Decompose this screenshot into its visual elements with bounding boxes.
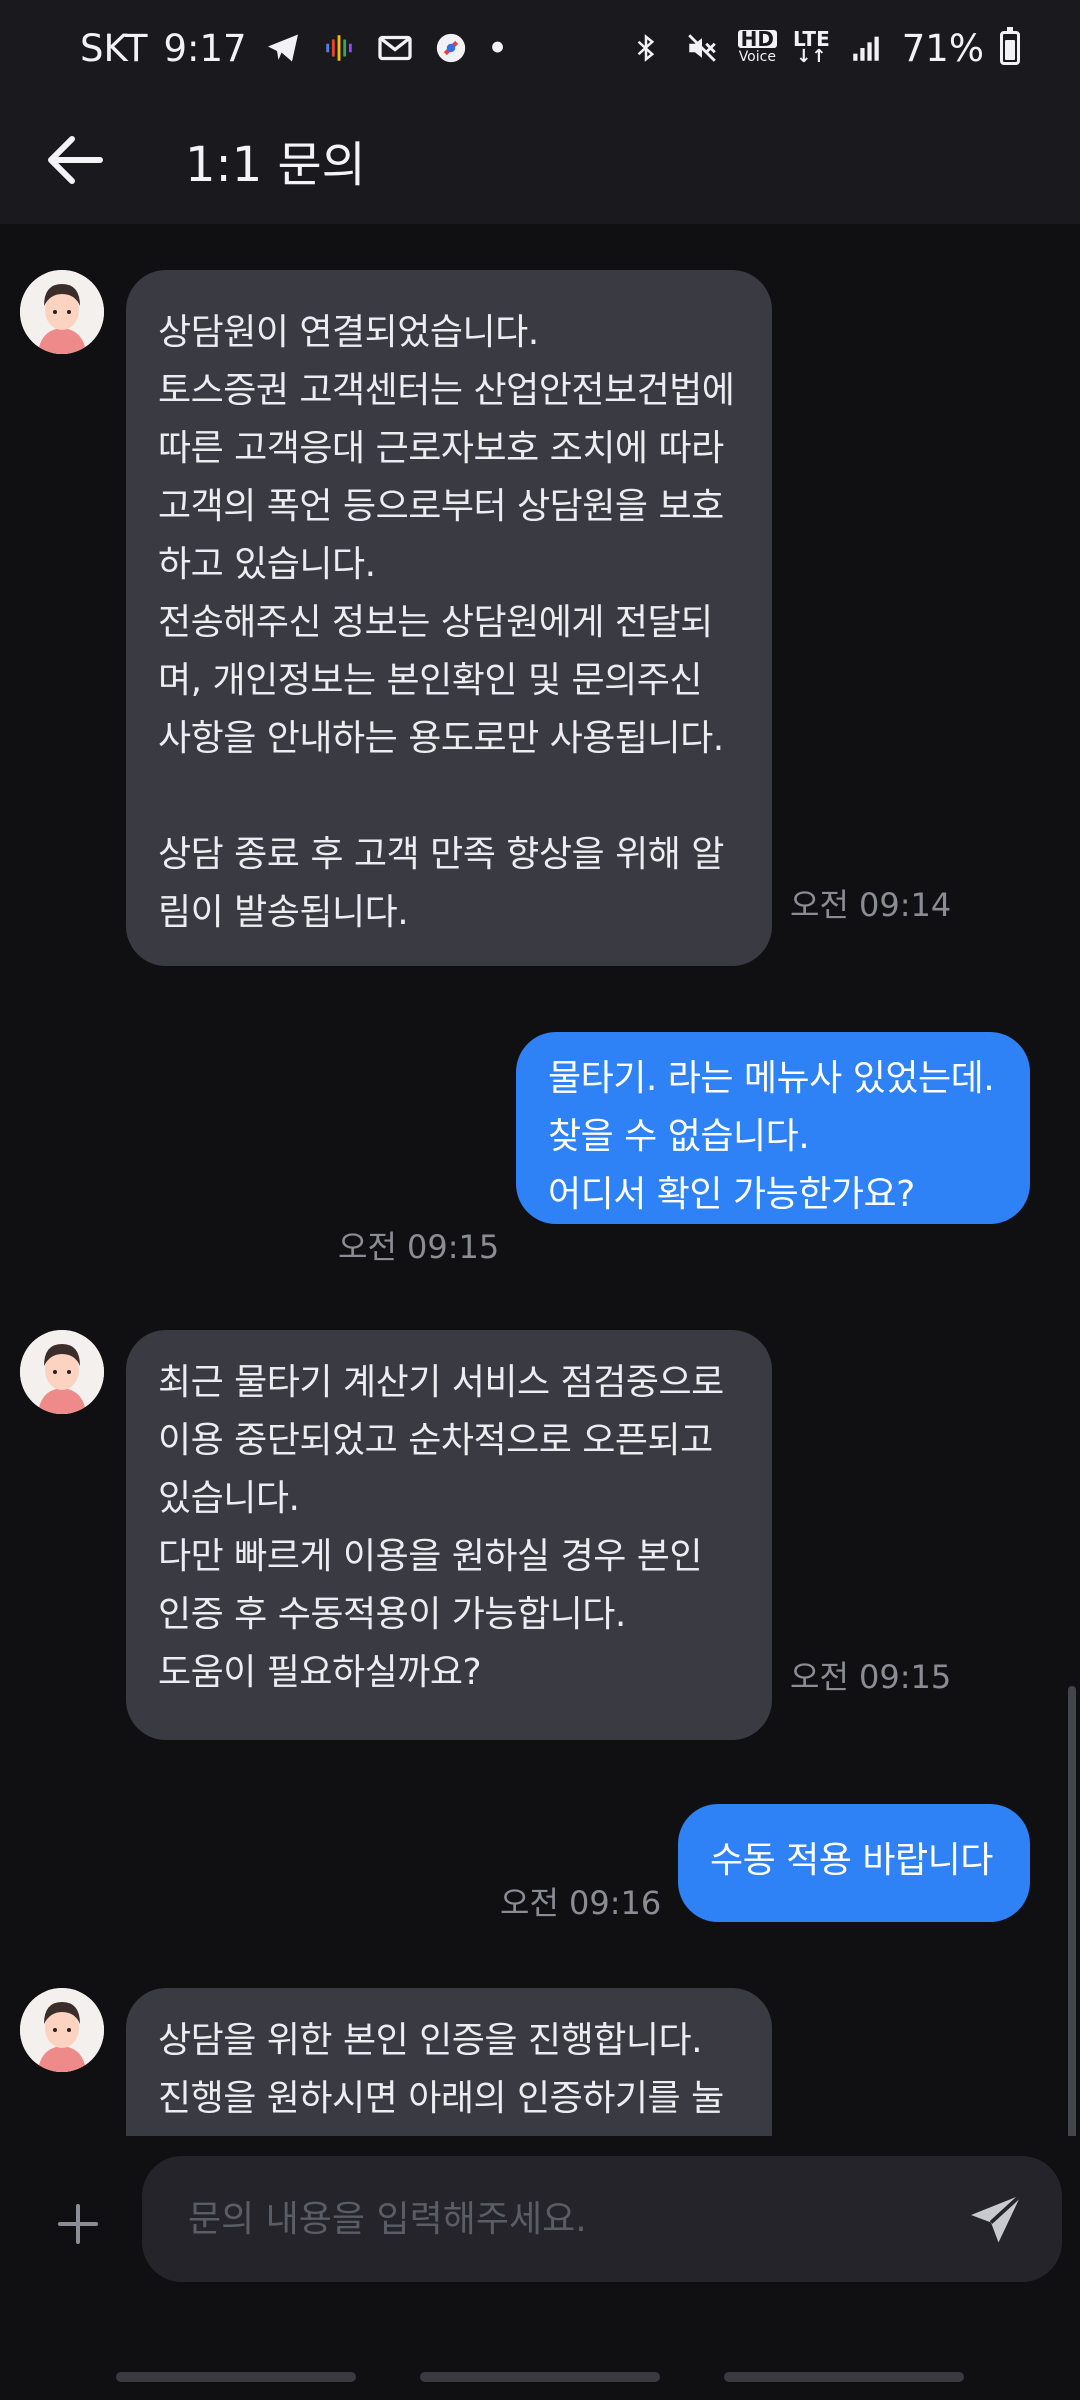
status-bar: SKT 9:17 • HD Voice LTE ↓↑ 71% <box>0 0 1080 96</box>
agent-avatar-icon <box>20 1330 104 1414</box>
status-left: SKT 9:17 • <box>80 27 508 70</box>
message-input-container <box>142 2156 1062 2282</box>
mute-icon <box>682 28 722 68</box>
telegram-icon <box>263 28 303 68</box>
chat-screen: SKT 9:17 • HD Voice LTE ↓↑ 71% 1:1 문의 상담… <box>0 0 1080 2400</box>
plus-icon <box>58 2204 98 2244</box>
nav-home-handle[interactable] <box>420 2372 660 2382</box>
user-message-bubble: 물타기. 라는 메뉴사 있었는데. 찾을 수 없습니다. 어디서 확인 가능한가… <box>516 1032 1030 1224</box>
app-notification-icon <box>431 28 471 68</box>
agent-message-bubble: 상담원이 연결되었습니다. 토스증권 고객센터는 산업안전보건법에 따른 고객응… <box>126 270 772 966</box>
send-button[interactable] <box>966 2190 1026 2250</box>
arrow-left-icon <box>48 136 103 184</box>
agent-avatar <box>20 1330 104 1414</box>
agent-avatar-icon <box>20 270 104 354</box>
lte-icon: LTE ↓↑ <box>793 27 830 67</box>
gesture-nav-bar <box>0 2372 1080 2400</box>
battery-percent: 71% <box>901 26 984 70</box>
send-icon <box>971 2193 1023 2243</box>
attach-button[interactable] <box>50 2196 106 2252</box>
carrier-label: SKT <box>80 26 148 70</box>
agent-avatar <box>20 1988 104 2072</box>
hd-voice-icon: HD Voice <box>737 27 777 65</box>
agent-message-bubble: 상담을 위한 본인 인증을 진행합니다. 진행을 원하시면 아래의 인증하기를 … <box>126 1988 772 2136</box>
nav-recent-handle[interactable] <box>116 2372 356 2382</box>
user-message-bubble: 수동 적용 바랍니다 <box>678 1804 1030 1922</box>
message-input[interactable] <box>188 2198 968 2240</box>
chat-messages[interactable]: 상담원이 연결되었습니다. 토스증권 고객센터는 산업안전보건법에 따른 고객응… <box>0 224 1080 2136</box>
status-right: HD Voice LTE ↓↑ 71% <box>626 27 1020 70</box>
battery-icon <box>1000 27 1020 65</box>
page-title: 1:1 문의 <box>185 137 366 193</box>
bluetooth-icon <box>626 28 666 68</box>
agent-avatar <box>20 270 104 354</box>
back-button[interactable] <box>35 120 115 200</box>
message-timestamp: 오전 09:15 <box>338 1228 500 1266</box>
scrollbar[interactable] <box>1068 1686 1076 2136</box>
agent-avatar-icon <box>20 1988 104 2072</box>
notification-dot: • <box>486 26 509 70</box>
message-timestamp: 오전 09:16 <box>500 1884 662 1922</box>
nav-back-handle[interactable] <box>724 2372 964 2382</box>
mail-icon <box>375 28 415 68</box>
signal-icon <box>846 28 886 68</box>
message-timestamp: 오전 09:14 <box>790 886 952 924</box>
agent-message-bubble: 최근 물타기 계산기 서비스 점검중으로 이용 중단되었고 순차적으로 오픈되고… <box>126 1330 772 1740</box>
message-timestamp: 오전 09:15 <box>790 1658 952 1696</box>
clock: 9:17 <box>163 26 247 70</box>
message-composer <box>0 2136 1080 2306</box>
app-bar: 1:1 문의 <box>0 96 1080 224</box>
podcast-icon <box>319 28 359 68</box>
